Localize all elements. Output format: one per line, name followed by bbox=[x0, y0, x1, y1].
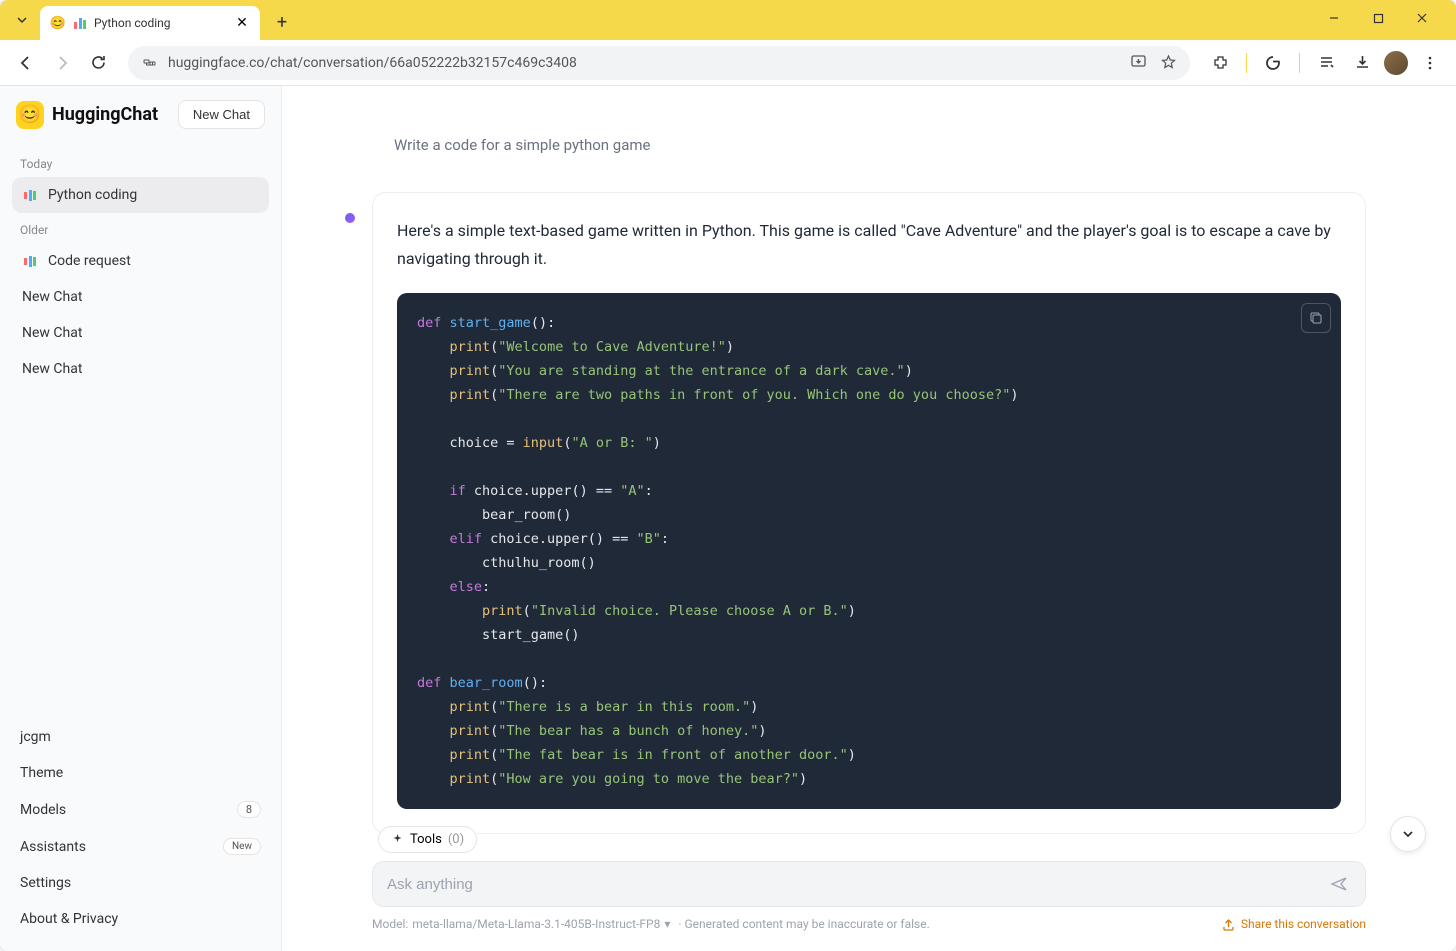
profile-avatar[interactable] bbox=[1384, 51, 1408, 75]
username: jcgm bbox=[20, 729, 51, 745]
assistant-text: Here's a simple text-based game written … bbox=[397, 217, 1341, 273]
sidebar-models[interactable]: Models 8 bbox=[12, 791, 269, 828]
browser-tab-bar: 😊 Python coding ✕ + bbox=[0, 0, 1456, 40]
new-chat-button[interactable]: New Chat bbox=[178, 100, 265, 129]
browser-menu-icon[interactable] bbox=[1416, 49, 1444, 77]
sidebar-item-new-chat[interactable]: New Chat bbox=[12, 279, 269, 315]
bar-chart-icon bbox=[22, 253, 38, 269]
google-icon[interactable] bbox=[1259, 49, 1287, 77]
copy-code-button[interactable] bbox=[1301, 303, 1331, 333]
maximize-button[interactable] bbox=[1360, 4, 1396, 32]
model-name[interactable]: meta-llama/Meta-Llama-3.1-405B-Instruct-… bbox=[412, 917, 660, 931]
sidebar-section-today: Today bbox=[12, 151, 269, 177]
chat-input[interactable] bbox=[387, 876, 1327, 893]
models-count-badge: 8 bbox=[237, 801, 261, 818]
sidebar-settings[interactable]: Settings bbox=[12, 865, 269, 901]
new-tab-button[interactable]: + bbox=[268, 8, 296, 36]
model-label: Model: bbox=[372, 917, 408, 931]
tab-close-button[interactable]: ✕ bbox=[234, 15, 250, 31]
address-bar[interactable]: huggingface.co/chat/conversation/66a0522… bbox=[128, 46, 1190, 80]
tab-favicon: 😊 bbox=[50, 15, 66, 31]
conversation-scroll[interactable]: Write a code for a simple python game He… bbox=[282, 86, 1456, 951]
main-content: Write a code for a simple python game He… bbox=[282, 86, 1456, 951]
logo-icon: 😊 bbox=[16, 101, 44, 129]
reading-list-icon[interactable] bbox=[1312, 49, 1340, 77]
reload-button[interactable] bbox=[84, 49, 112, 77]
assistant-indicator-icon bbox=[345, 213, 355, 223]
bar-chart-icon bbox=[22, 187, 38, 203]
browser-tab-active[interactable]: 😊 Python coding ✕ bbox=[40, 6, 260, 40]
extensions-icon[interactable] bbox=[1206, 49, 1234, 77]
sidebar-assistants[interactable]: Assistants New bbox=[12, 828, 269, 865]
app-name: HuggingChat bbox=[52, 104, 158, 125]
sidebar-user[interactable]: jcgm bbox=[12, 719, 269, 755]
code-block: def start_game(): print("Welcome to Cave… bbox=[397, 293, 1341, 809]
chat-input-box[interactable] bbox=[372, 861, 1366, 907]
browser-toolbar: huggingface.co/chat/conversation/66a0522… bbox=[0, 40, 1456, 86]
sidebar-item-new-chat[interactable]: New Chat bbox=[12, 315, 269, 351]
sparkle-icon bbox=[391, 833, 404, 846]
site-info-icon[interactable] bbox=[140, 54, 158, 72]
tab-title: Python coding bbox=[94, 16, 171, 30]
disclaimer: · Generated content may be inaccurate or… bbox=[678, 917, 929, 931]
sidebar-item-label: Code request bbox=[48, 253, 131, 269]
sidebar-item-new-chat[interactable]: New Chat bbox=[12, 351, 269, 387]
sidebar: 😊 HuggingChat New Chat Today Python codi… bbox=[0, 86, 282, 951]
back-button[interactable] bbox=[12, 49, 40, 77]
sidebar-item-label: New Chat bbox=[22, 325, 82, 341]
toolbar-divider bbox=[1299, 53, 1300, 73]
footer-info: Model: meta-llama/Meta-Llama-3.1-405B-In… bbox=[372, 917, 1366, 931]
minimize-button[interactable] bbox=[1316, 4, 1352, 32]
sidebar-item-label: New Chat bbox=[22, 361, 82, 377]
tools-button[interactable]: Tools (0) bbox=[378, 826, 477, 853]
bookmark-star-icon[interactable] bbox=[1158, 53, 1178, 73]
send-button[interactable] bbox=[1327, 872, 1351, 896]
sidebar-section-older: Older bbox=[12, 217, 269, 243]
sidebar-item-code-request[interactable]: Code request bbox=[12, 243, 269, 279]
tab-search-dropdown[interactable] bbox=[10, 8, 34, 32]
toolbar-divider bbox=[1246, 53, 1247, 73]
sidebar-about[interactable]: About & Privacy bbox=[12, 901, 269, 937]
sidebar-item-label: Python coding bbox=[48, 187, 137, 203]
user-message: Write a code for a simple python game bbox=[372, 136, 1366, 154]
scroll-down-button[interactable] bbox=[1390, 816, 1426, 852]
bar-chart-icon bbox=[74, 17, 86, 29]
sidebar-theme[interactable]: Theme bbox=[12, 755, 269, 791]
forward-button[interactable] bbox=[48, 49, 76, 77]
url-text: huggingface.co/chat/conversation/66a0522… bbox=[168, 55, 1118, 71]
install-app-icon[interactable] bbox=[1128, 53, 1148, 73]
close-window-button[interactable] bbox=[1404, 4, 1440, 32]
app-logo[interactable]: 😊 HuggingChat bbox=[16, 101, 158, 129]
share-icon bbox=[1222, 918, 1235, 931]
share-conversation-link[interactable]: Share this conversation bbox=[1222, 917, 1366, 931]
sidebar-item-label: New Chat bbox=[22, 289, 82, 305]
downloads-icon[interactable] bbox=[1348, 49, 1376, 77]
chevron-down-icon: ▾ bbox=[664, 917, 670, 931]
assistant-message: Here's a simple text-based game written … bbox=[372, 192, 1366, 834]
new-badge: New bbox=[223, 838, 261, 855]
sidebar-item-python-coding[interactable]: Python coding bbox=[12, 177, 269, 213]
